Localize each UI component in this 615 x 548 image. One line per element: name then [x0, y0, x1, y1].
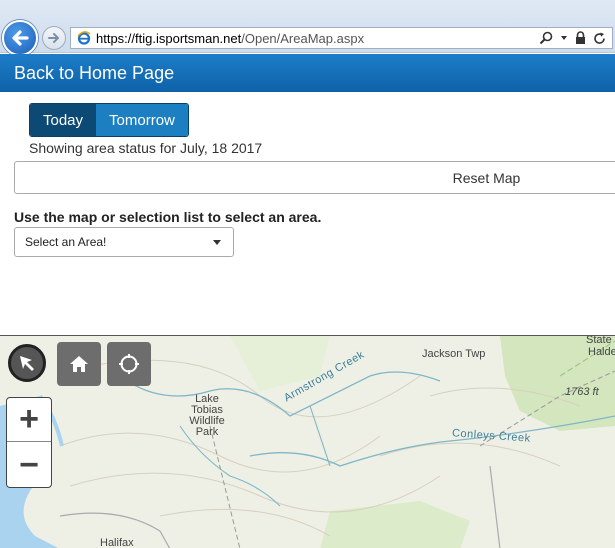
back-to-home-link[interactable]: Back to Home Page: [14, 63, 174, 84]
address-bar[interactable]: https://ftig.isportsman.net/Open/AreaMap…: [70, 27, 613, 49]
crosshair-icon: [119, 354, 139, 374]
map-label-elevation: 1763 ft: [565, 386, 599, 398]
dropdown-caret-icon[interactable]: [560, 34, 568, 42]
zoom-control: + −: [6, 397, 52, 488]
app-header: Back to Home Page: [0, 54, 615, 92]
map-locate-button[interactable]: [107, 342, 151, 386]
url-path: /Open/AreaMap.aspx: [241, 30, 365, 46]
map-label-lake-tobias: Lake Tobias Wildlife Park: [188, 394, 226, 438]
reset-map-button[interactable]: Reset Map: [14, 161, 615, 194]
map-home-button[interactable]: [57, 342, 101, 386]
area-select-value: Select an Area!: [25, 235, 107, 249]
chevron-down-icon: [213, 240, 221, 245]
ie-logo-icon: [77, 31, 91, 45]
back-button[interactable]: [2, 20, 38, 56]
browser-toolbar: https://ftig.isportsman.net/Open/AreaMap…: [0, 0, 615, 56]
pointer-arrow-icon: [20, 356, 34, 371]
forward-button[interactable]: [42, 26, 66, 50]
map-label-jackson: Jackson Twp: [422, 348, 486, 360]
select-instruction: Use the map or selection list to select …: [14, 209, 322, 225]
url-host: https://ftig.isportsman.net: [96, 30, 242, 46]
area-map[interactable]: Jackson Twp State Halde 1763 ft Lake Tob…: [0, 335, 615, 548]
refresh-icon[interactable]: [593, 32, 606, 45]
back-arrow-icon: [12, 30, 29, 46]
map-select-tool-button[interactable]: [8, 344, 46, 382]
forward-arrow-icon: [48, 33, 59, 43]
map-label-halde: Halde: [588, 346, 615, 358]
tomorrow-button[interactable]: Tomorrow: [96, 104, 188, 136]
map-label-state: State: [586, 335, 612, 346]
map-label-lake-line4: Park: [195, 426, 219, 438]
search-icon[interactable]: [539, 31, 553, 45]
home-icon: [70, 356, 88, 372]
zoom-out-button[interactable]: −: [7, 443, 51, 487]
day-toggle: Today Tomorrow: [29, 103, 189, 137]
area-select[interactable]: Select an Area!: [14, 227, 234, 257]
today-button[interactable]: Today: [30, 104, 97, 136]
zoom-in-button[interactable]: +: [7, 398, 51, 442]
map-label-halifax: Halifax: [100, 537, 134, 548]
area-status-text: Showing area status for July, 18 2017: [29, 140, 263, 156]
lock-icon[interactable]: [575, 31, 586, 45]
